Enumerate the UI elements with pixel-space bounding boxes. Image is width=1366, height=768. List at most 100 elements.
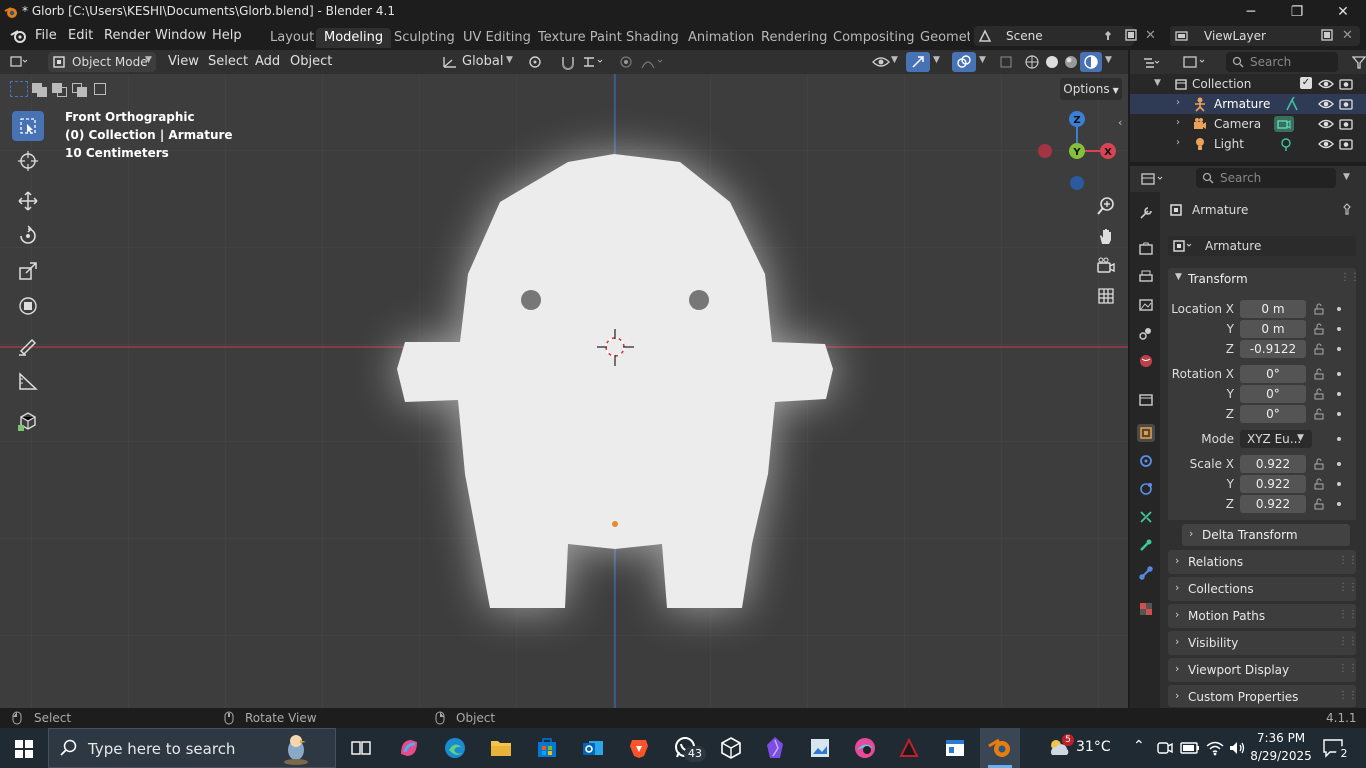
tab-layout[interactable]: Layout	[262, 28, 322, 48]
wireframe-shading-icon[interactable]	[1024, 54, 1040, 70]
gizmo-toggle-button[interactable]	[906, 52, 930, 72]
drag-handle-icon[interactable]: ⋮⋮	[1340, 272, 1360, 283]
pin-icon[interactable]	[1102, 30, 1114, 42]
annotate-tool[interactable]	[12, 331, 44, 361]
new-scene-icon[interactable]	[1124, 28, 1138, 42]
panel-viewport-display[interactable]: Viewport Display	[1168, 658, 1356, 682]
keyframe-dot-icon[interactable]	[1337, 502, 1341, 506]
menu-object[interactable]: Object	[290, 54, 332, 69]
tab-object[interactable]	[1137, 424, 1155, 442]
tab-sculpting[interactable]: Sculpting	[386, 28, 463, 48]
outliner-row-collection[interactable]: ▼ Collection ✓	[1130, 74, 1366, 94]
remove-view-layer-icon[interactable]: ✕	[1342, 28, 1353, 43]
tab-texture-paint[interactable]: Texture Paint	[530, 28, 630, 48]
battery-icon[interactable]	[1180, 741, 1200, 755]
lock-icon[interactable]	[1313, 498, 1325, 510]
object-browse-icon[interactable]	[1172, 239, 1194, 253]
keyframe-dot-icon[interactable]	[1337, 327, 1341, 331]
keyframe-dot-icon[interactable]	[1337, 392, 1341, 396]
lock-icon[interactable]	[1313, 478, 1325, 490]
lock-icon[interactable]	[1313, 323, 1325, 335]
keyframe-dot-icon[interactable]	[1337, 437, 1341, 441]
lock-icon[interactable]	[1313, 458, 1325, 470]
options-button[interactable]: Options ▼	[1060, 78, 1122, 100]
outliner-row-light[interactable]: › Light	[1130, 134, 1366, 154]
camera-view-button[interactable]	[1092, 252, 1120, 280]
task-view-icon[interactable]	[346, 734, 376, 762]
add-cube-tool[interactable]	[12, 406, 44, 436]
keyframe-dot-icon[interactable]	[1337, 412, 1341, 416]
chevron-up-icon[interactable]: ⌃	[1133, 738, 1145, 754]
keyframe-dot-icon[interactable]	[1337, 462, 1341, 466]
menu-add[interactable]: Add	[255, 54, 280, 69]
file-explorer-icon[interactable]	[486, 734, 516, 762]
render-camera-icon[interactable]	[1338, 97, 1354, 111]
datablock-name[interactable]: Armature	[1205, 239, 1261, 253]
editor-type-icon[interactable]	[10, 55, 28, 69]
close-window-button[interactable]: ✕	[1320, 0, 1366, 24]
expand-chevron-icon[interactable]: ›	[1175, 608, 1179, 621]
tab-object-constraints[interactable]	[1137, 508, 1155, 526]
tab-rendering[interactable]: Rendering	[753, 28, 835, 48]
overlays-toggle-button[interactable]	[952, 52, 976, 72]
panel-visibility[interactable]: Visibility	[1168, 631, 1356, 655]
chevron-down-icon[interactable]: ▼	[1343, 172, 1350, 182]
eye-icon[interactable]	[1318, 77, 1334, 91]
tab-physics[interactable]	[1137, 480, 1155, 498]
tab-tool[interactable]	[1137, 204, 1155, 222]
menu-file[interactable]: File	[35, 28, 57, 43]
outliner-row-camera[interactable]: › Camera	[1130, 114, 1366, 134]
tab-animation[interactable]: Animation	[680, 28, 762, 48]
viewport-scene[interactable]	[0, 74, 1128, 708]
color-app-icon[interactable]	[850, 734, 880, 762]
properties-search-input[interactable]: Search	[1196, 168, 1336, 188]
clock-date[interactable]: 8/29/2025	[1250, 749, 1312, 763]
solid-shading-icon[interactable]	[1044, 54, 1060, 70]
drag-handle-icon[interactable]: ⋮⋮	[1338, 636, 1358, 647]
rotation-y-field[interactable]: 0°	[1240, 385, 1306, 403]
menu-window[interactable]: Window	[155, 28, 206, 43]
select-box-tool[interactable]	[12, 111, 44, 141]
xray-icon[interactable]	[998, 54, 1014, 70]
wifi-icon[interactable]	[1206, 740, 1224, 756]
camera-data-button[interactable]	[1274, 116, 1294, 132]
eye-icon[interactable]	[1318, 117, 1334, 131]
panel-motion-paths[interactable]: Motion Paths	[1168, 604, 1356, 628]
window-app-icon[interactable]	[940, 734, 970, 762]
outliner-row-armature[interactable]: › Armature	[1130, 94, 1366, 114]
pan-button[interactable]	[1092, 222, 1120, 250]
rotation-x-field[interactable]: 0°	[1240, 365, 1306, 383]
properties-editor-icon[interactable]	[1140, 172, 1168, 186]
location-z-field[interactable]: -0.9122	[1240, 340, 1306, 358]
tab-uv-editing[interactable]: UV Editing	[455, 28, 539, 48]
scale-z-field[interactable]: 0.922	[1240, 495, 1306, 513]
select-invert-icon[interactable]	[70, 81, 88, 97]
drag-handle-icon[interactable]: ⋮⋮	[1338, 663, 1358, 674]
expand-chevron-icon[interactable]: ›	[1189, 527, 1193, 540]
scale-y-field[interactable]: 0.922	[1240, 475, 1306, 493]
menu-help[interactable]: Help	[212, 28, 242, 43]
tab-texture[interactable]	[1137, 600, 1155, 618]
select-new-icon[interactable]	[10, 81, 28, 97]
tab-bone[interactable]	[1137, 564, 1155, 582]
drag-handle-icon[interactable]: ⋮⋮	[1338, 690, 1358, 701]
lock-icon[interactable]	[1313, 368, 1325, 380]
expand-chevron-icon[interactable]: ▼	[1154, 78, 1161, 88]
eye-icon[interactable]	[1318, 137, 1334, 151]
clock-time[interactable]: 7:36 PM	[1256, 731, 1306, 745]
remove-scene-icon[interactable]: ✕	[1145, 28, 1156, 43]
expand-chevron-icon[interactable]: ›	[1176, 97, 1180, 108]
location-y-field[interactable]: 0 m	[1240, 320, 1306, 338]
volume-icon[interactable]	[1228, 740, 1246, 756]
light-data-icon[interactable]	[1278, 136, 1294, 152]
lock-icon[interactable]	[1313, 408, 1325, 420]
select-subtract-icon[interactable]	[50, 81, 68, 97]
lock-icon[interactable]	[1313, 343, 1325, 355]
proportional-falloff-icon[interactable]	[640, 54, 666, 70]
display-mode-icon[interactable]	[1182, 55, 1210, 69]
eye-icon[interactable]	[1318, 97, 1334, 111]
temperature-label[interactable]: 31°C	[1076, 739, 1111, 755]
image-viewer-icon[interactable]	[805, 734, 835, 762]
cursor-tool[interactable]	[12, 146, 44, 176]
pivot-point-icon[interactable]	[527, 54, 545, 70]
